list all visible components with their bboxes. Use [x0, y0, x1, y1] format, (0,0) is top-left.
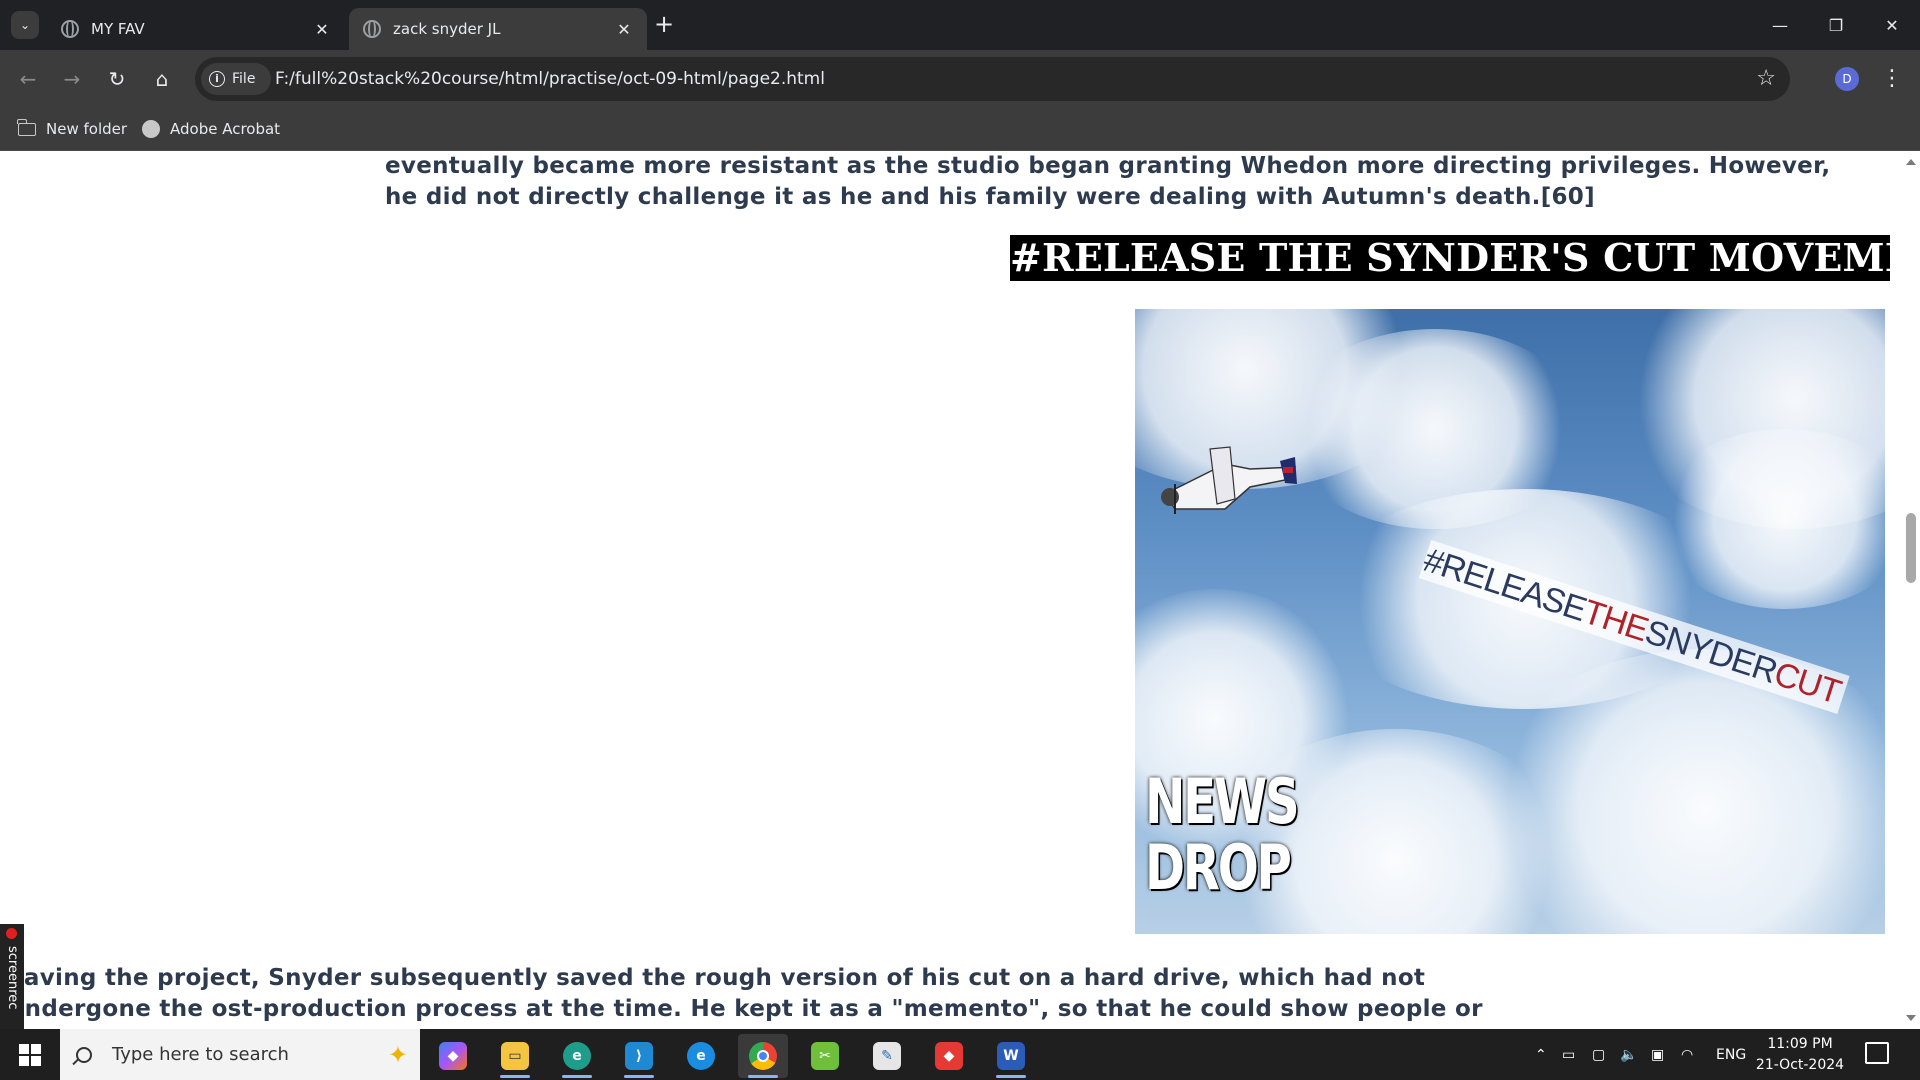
address-bar[interactable]: i File F:/full%20stack%20course/html/pra… — [195, 57, 1790, 101]
battery-icon[interactable]: ▭ — [1562, 1029, 1575, 1080]
language-indicator[interactable]: ENG — [1716, 1029, 1746, 1080]
section-heading: #RELEASE THE SYNDER'S CUT MOVEMENT — [1010, 235, 1920, 281]
news-drop-logo: NEWS DROP — [1145, 765, 1300, 904]
url-text[interactable]: F:/full%20stack%20course/html/practise/o… — [275, 57, 825, 101]
show-hidden-icons[interactable]: ⌃ — [1535, 1029, 1547, 1080]
bookmark-adobe-acrobat[interactable]: Adobe Acrobat — [142, 108, 280, 150]
menu-kebab-icon[interactable]: ⋮ — [1880, 64, 1904, 94]
info-icon: i — [209, 71, 225, 87]
scroll-up-arrow-icon[interactable] — [1906, 159, 1916, 165]
bookmark-star-icon[interactable]: ☆ — [1756, 57, 1776, 101]
body-paragraph: eaving the project, Snyder subsequently … — [8, 965, 1483, 1029]
minimize-button[interactable]: — — [1752, 0, 1808, 50]
chip-label: File — [232, 71, 256, 87]
record-dot-icon — [6, 928, 17, 939]
notification-icon[interactable] — [1865, 1042, 1889, 1064]
tab-search-button[interactable]: ⌄ — [11, 11, 39, 39]
edge-icon[interactable]: e — [676, 1034, 726, 1078]
windows-taskbar: Type here to search ✦ ◆ ▭ e ⟩ e ✂ ✎ ◆ W … — [0, 1029, 1920, 1080]
chrome-icon[interactable] — [738, 1034, 788, 1078]
logo-line: DROP — [1145, 831, 1292, 904]
camera-icon[interactable]: ▣ — [1651, 1029, 1664, 1080]
anydesk-icon[interactable]: ◆ — [924, 1034, 974, 1078]
browser-toolbar: ← → ↻ ⌂ i File F:/full%20stack%20course/… — [0, 50, 1920, 108]
screenrec-tab[interactable]: screenrec — [0, 924, 24, 1032]
word-icon[interactable]: W — [986, 1034, 1036, 1078]
page-viewport: eventually became more resistant as the … — [0, 151, 1920, 1029]
globe-icon — [61, 20, 79, 38]
bookmark-label: New folder — [46, 120, 128, 138]
search-icon — [76, 1046, 92, 1063]
notepad-icon[interactable]: ✎ — [862, 1034, 912, 1078]
profile-avatar[interactable]: D — [1835, 67, 1859, 91]
sparkle-icon: ✦ — [387, 1041, 408, 1069]
tab-title: zack snyder JL — [393, 20, 501, 38]
tab-zack-snyder-jl[interactable]: zack snyder JL ✕ — [349, 8, 647, 50]
tab-my-fav[interactable]: MY FAV ✕ — [47, 8, 345, 50]
taskbar-search[interactable]: Type here to search ✦ — [60, 1029, 420, 1080]
body-paragraph: eventually became more resistant as the … — [385, 153, 1831, 210]
bookmark-new-folder[interactable]: New folder — [17, 108, 128, 150]
edge-dev-icon[interactable]: e — [552, 1034, 602, 1078]
volume-icon[interactable]: 🔈 — [1620, 1029, 1637, 1080]
start-button[interactable] — [0, 1029, 60, 1080]
close-window-button[interactable]: ✕ — [1864, 0, 1920, 50]
new-tab-button[interactable]: + — [650, 11, 678, 39]
globe-icon — [363, 20, 381, 38]
copilot-icon[interactable]: ◆ — [428, 1034, 478, 1078]
bookmark-label: Adobe Acrobat — [170, 120, 281, 138]
page-scrollbar[interactable] — [1902, 151, 1920, 1029]
back-button[interactable]: ← — [13, 64, 43, 94]
scrollbar-thumb[interactable] — [1906, 513, 1916, 583]
reload-button[interactable]: ↻ — [102, 64, 132, 94]
clock-date: 21-Oct-2024 — [1755, 1057, 1845, 1073]
close-icon[interactable]: ✕ — [307, 20, 337, 39]
wifi-icon[interactable]: ◠ — [1681, 1029, 1693, 1080]
forward-button[interactable]: → — [57, 64, 87, 94]
tab-strip: ⌄ MY FAV ✕ zack snyder JL ✕ + — ❐ ✕ — [0, 0, 1920, 50]
clock-time: 11:09 PM — [1767, 1036, 1833, 1052]
restore-button[interactable]: ❐ — [1808, 0, 1864, 50]
logo-line: NEWS — [1145, 765, 1300, 838]
home-button[interactable]: ⌂ — [147, 64, 177, 94]
snipping-tool-icon[interactable]: ✂ — [800, 1034, 850, 1078]
clock[interactable]: 11:09 PM 21-Oct-2024 — [1752, 1034, 1848, 1076]
bookmarks-bar: New folder Adobe Acrobat — [0, 108, 1920, 151]
meet-now-icon[interactable]: ▢ — [1592, 1029, 1605, 1080]
site-info-chip[interactable]: i File — [201, 63, 271, 95]
acrobat-icon — [142, 120, 160, 138]
chevron-down-icon: ⌄ — [19, 18, 31, 32]
scroll-down-arrow-icon[interactable] — [1906, 1015, 1916, 1021]
release-snyder-cut-image: #RELEASETHESNYDERCUT NEWS DROP — [1135, 309, 1885, 934]
file-explorer-icon[interactable]: ▭ — [490, 1034, 540, 1078]
airplane-icon — [1161, 446, 1297, 514]
tab-title: MY FAV — [91, 20, 145, 38]
close-icon[interactable]: ✕ — [609, 20, 639, 39]
vscode-icon[interactable]: ⟩ — [614, 1034, 664, 1078]
search-placeholder: Type here to search — [112, 1044, 289, 1065]
folder-icon — [17, 118, 36, 136]
windows-logo-icon — [19, 1043, 41, 1066]
